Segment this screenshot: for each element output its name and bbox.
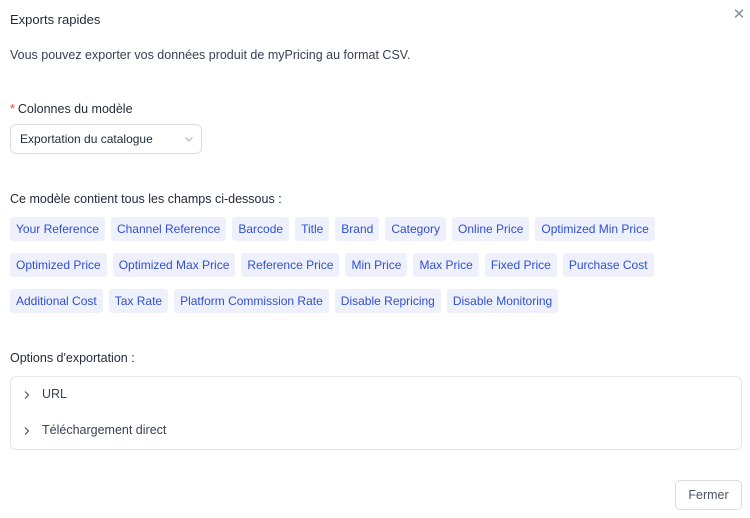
field-tag: Platform Commission Rate (174, 289, 329, 313)
close-icon[interactable]: ✕ (732, 7, 746, 23)
field-tag: Optimized Min Price (535, 217, 655, 241)
field-tag: Brand (335, 217, 380, 241)
chevron-down-icon (185, 137, 193, 142)
modal-title: Exports rapides (10, 12, 101, 27)
chevron-right-icon (24, 427, 30, 435)
modal-description: Vous pouvez exporter vos données produit… (10, 48, 411, 62)
field-tag: Tax Rate (108, 289, 169, 313)
field-tag: Disable Monitoring (446, 289, 559, 313)
quick-export-modal: Exports rapides ✕ Vous pouvez exporter v… (0, 0, 750, 518)
field-tags: Your Reference Channel Reference Barcode… (10, 217, 730, 325)
close-button[interactable]: Fermer (675, 480, 742, 510)
tag-row: Additional Cost Tax Rate Platform Commis… (10, 289, 730, 313)
export-option-label: URL (42, 387, 68, 401)
export-options-collapse: URL Téléchargement direct (10, 376, 742, 450)
template-select-value: Exportation du catalogue (20, 132, 153, 146)
field-tag: Title (295, 217, 330, 241)
field-tag: Barcode (232, 217, 290, 241)
export-option-direct-download[interactable]: Téléchargement direct (11, 417, 741, 445)
field-tag: Optimized Max Price (112, 253, 236, 277)
export-options-label: Options d'exportation : (10, 351, 135, 365)
template-columns-label: * Colonnes du modèle (10, 102, 133, 116)
field-tag: Channel Reference (110, 217, 227, 241)
field-tag: Category (385, 217, 447, 241)
export-option-url[interactable]: URL (11, 381, 741, 409)
field-tag: Online Price (452, 217, 530, 241)
field-tag: Fixed Price (484, 253, 557, 277)
field-tag: Reference Price (241, 253, 340, 277)
field-tag: Min Price (345, 253, 408, 277)
template-columns-label-text: Colonnes du modèle (17, 102, 133, 116)
tag-row: Optimized Price Optimized Max Price Refe… (10, 253, 730, 277)
required-mark: * (10, 102, 15, 116)
fields-section-label: Ce modèle contient tous les champs ci-de… (10, 192, 282, 206)
field-tag: Additional Cost (10, 289, 103, 313)
field-tag: Disable Repricing (334, 289, 441, 313)
chevron-right-icon (24, 391, 30, 399)
field-tag: Purchase Cost (562, 253, 654, 277)
field-tag: Max Price (413, 253, 479, 277)
tag-row: Your Reference Channel Reference Barcode… (10, 217, 730, 241)
template-select[interactable]: Exportation du catalogue (10, 124, 202, 154)
export-option-label: Téléchargement direct (42, 423, 167, 437)
field-tag: Your Reference (10, 217, 105, 241)
field-tag: Optimized Price (10, 253, 107, 277)
